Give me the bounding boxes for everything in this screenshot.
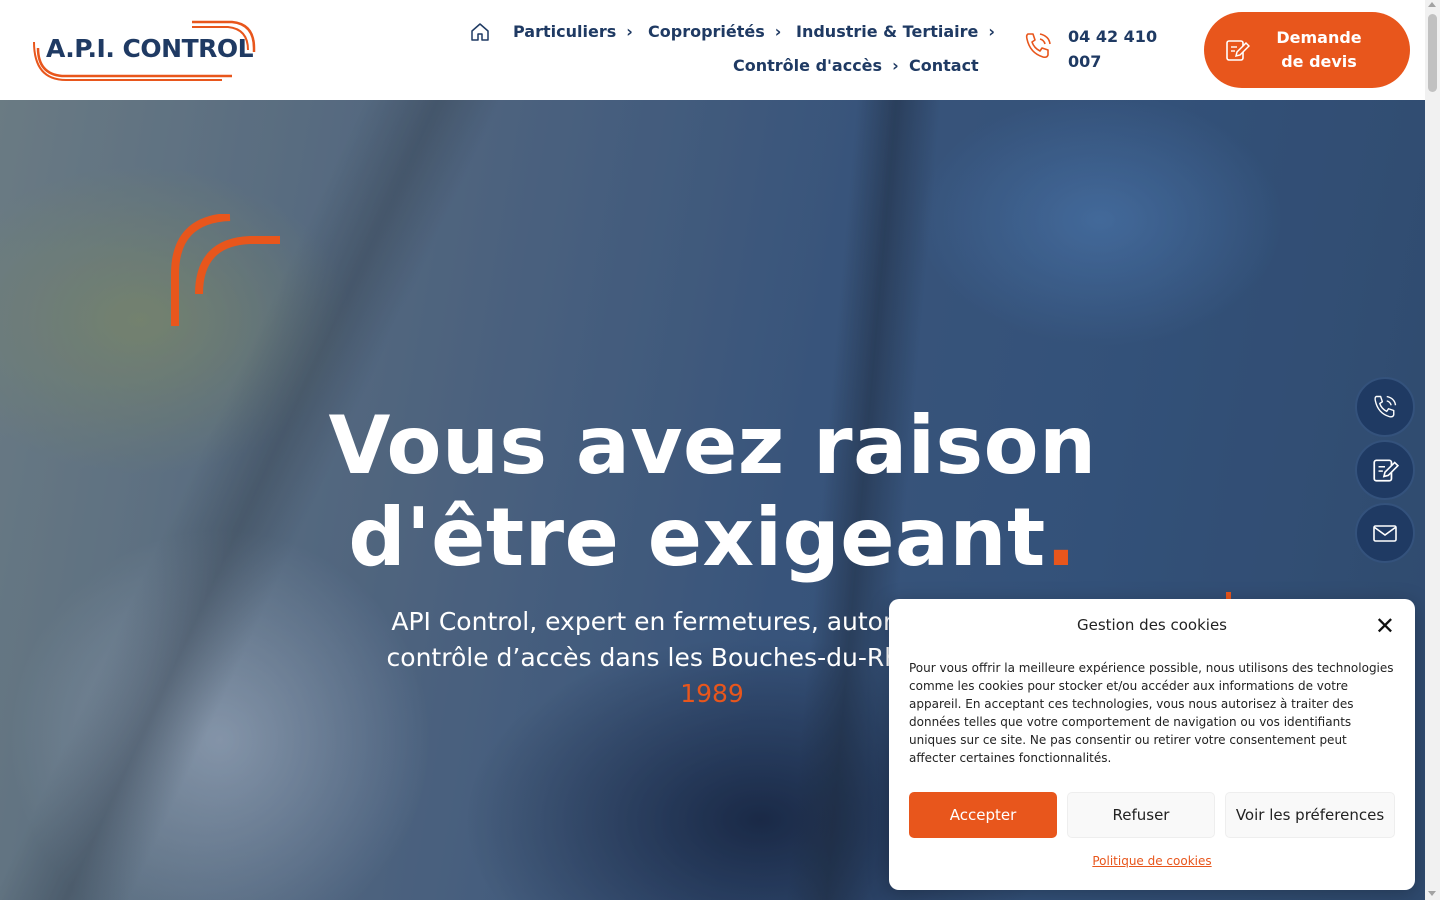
nav-controle-acces[interactable]: Contrôle d'accès › [733,56,899,75]
phone-icon [1374,395,1397,418]
hero-title: Vous avez raison d'être exigeant. [0,400,1425,584]
close-icon[interactable]: ✕ [1375,614,1395,638]
logo-text: A.P.I. CONTROL [46,34,254,63]
quote-edit-icon [1373,459,1399,482]
site-header: A.P.I. CONTROL Particuliers › Copropriét… [0,0,1425,100]
nav-particuliers-label: Particuliers [513,22,617,41]
home-icon[interactable] [470,22,490,42]
cookie-title: Gestion des cookies [1077,616,1227,634]
hero-title-line2: d'être exigeant. [348,491,1077,584]
cookie-description: Pour vous offrir la meilleure expérience… [909,661,1394,765]
decorative-arc [171,214,280,326]
scroll-down-arrow[interactable] [1428,891,1436,896]
cookie-consent-dialog: Gestion des cookies ✕ Pour vous offrir l… [889,599,1415,890]
side-call-button[interactable] [1355,377,1415,437]
scroll-up-arrow[interactable] [1428,2,1436,7]
accept-button[interactable]: Accepter [909,792,1057,838]
nav-contact-label: Contact [909,56,979,75]
cookie-policy-link[interactable]: Politique de cookies [889,854,1415,868]
nav-controle-label: Contrôle d'accès [733,56,883,75]
nav-particuliers[interactable]: Particuliers › [513,22,633,41]
mail-icon [1373,525,1397,542]
quote-request-button[interactable]: Demande de devis [1204,12,1410,88]
phone-icon [1025,33,1051,59]
preferences-button[interactable]: Voir les préferences [1225,792,1395,838]
chevron-right-icon: › [892,56,899,75]
nav-industrie[interactable]: Industrie & Tertiaire › [796,22,995,41]
quote-edit-icon [1226,40,1250,61]
chevron-right-icon: › [988,22,995,41]
nav-coproprietes-label: Copropriétés [648,22,765,41]
header-phone[interactable]: 04 42 410 007 [1022,24,1168,74]
side-mail-button[interactable] [1355,503,1415,563]
nav-coproprietes[interactable]: Copropriétés › [648,22,781,41]
chevron-right-icon: › [626,22,633,41]
scrollbar-thumb[interactable] [1428,14,1437,92]
nav-contact[interactable]: Contact [909,56,979,75]
chevron-right-icon: › [774,22,782,41]
scrollbar[interactable] [1425,0,1440,900]
hero-title-line1: Vous avez raison [328,399,1097,492]
side-quote-button[interactable] [1355,440,1415,500]
logo[interactable]: A.P.I. CONTROL [32,18,258,82]
quote-request-label: Demande de devis [1276,28,1362,71]
refuse-button[interactable]: Refuser [1067,792,1215,838]
phone-number: 04 42 410 007 [1068,27,1158,71]
title-accent-dot: . [1045,491,1077,584]
nav-industrie-label: Industrie & Tertiaire [796,22,979,41]
